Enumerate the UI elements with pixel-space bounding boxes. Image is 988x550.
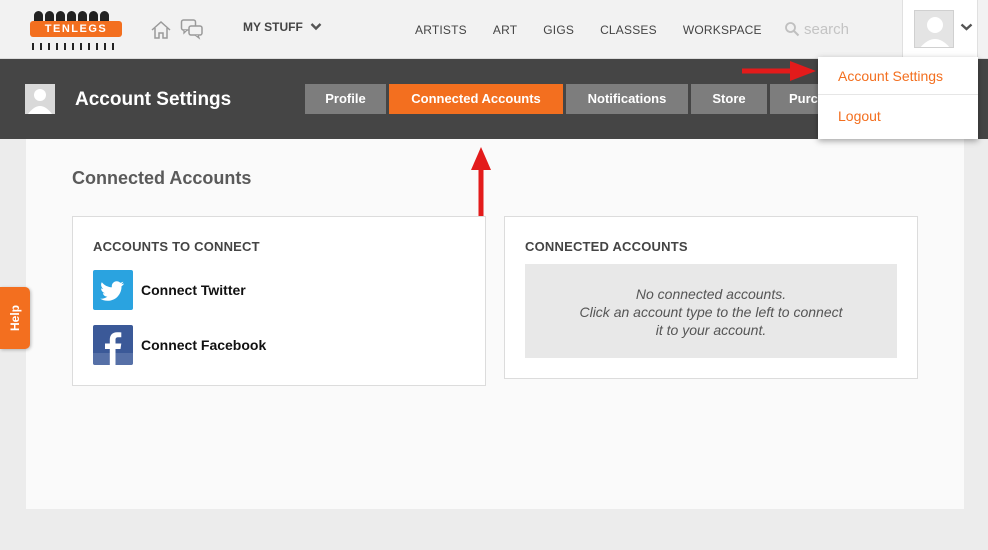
tab-connected-accounts[interactable]: Connected Accounts [389, 84, 563, 114]
twitter-icon [93, 270, 133, 310]
my-stuff-menu[interactable]: MY STUFF [243, 20, 322, 34]
search-input[interactable] [804, 18, 894, 40]
section-title: Connected Accounts [72, 168, 252, 188]
logo-legs [32, 37, 120, 50]
menu-item-logout[interactable]: Logout [818, 108, 978, 124]
nav-link-art[interactable]: ART [493, 23, 517, 37]
menu-item-account-settings[interactable]: Account Settings [818, 67, 978, 95]
search-icon [785, 22, 800, 37]
messages-icon[interactable] [180, 18, 204, 40]
my-stuff-label: MY STUFF [243, 20, 303, 34]
user-menu-button[interactable] [902, 0, 978, 59]
nav-link-artists[interactable]: ARTISTS [415, 23, 467, 37]
settings-tabs: Profile Connected Accounts Notifications… [305, 84, 833, 114]
facebook-icon [93, 325, 133, 365]
empty-state-line: it to your account. [655, 322, 767, 338]
nav-link-gigs[interactable]: GIGS [543, 23, 574, 37]
nav-link-classes[interactable]: CLASSES [600, 23, 657, 37]
chevron-down-icon [310, 23, 322, 31]
annotation-arrow-up [471, 147, 491, 216]
top-navbar: TENLEGS MY STUFF ARTISTS ART GIGS CLASSE… [0, 0, 988, 59]
connected-accounts-panel: CONNECTED ACCOUNTS No connected accounts… [504, 216, 918, 379]
help-tab[interactable]: Help [0, 287, 30, 349]
empty-state-line: Click an account type to the left to con… [579, 304, 843, 320]
connect-facebook-label: Connect Facebook [141, 337, 267, 353]
tab-store[interactable]: Store [691, 84, 767, 114]
page-title: Account Settings [75, 89, 232, 110]
accounts-to-connect-panel: ACCOUNTS TO CONNECT Connect Twitter Conn… [72, 216, 486, 386]
nav-link-workspace[interactable]: WORKSPACE [683, 23, 762, 37]
help-label: Help [8, 304, 22, 332]
tab-notifications[interactable]: Notifications [566, 84, 688, 114]
annotation-arrow-right [742, 61, 816, 81]
search-box [784, 18, 894, 40]
tenlegs-logo[interactable]: TENLEGS [30, 10, 122, 50]
connect-twitter-label: Connect Twitter [141, 282, 246, 298]
empty-state-line: No connected accounts. [635, 286, 787, 302]
chevron-down-icon [960, 23, 973, 31]
empty-state-message: No connected accounts. Click an account … [525, 264, 897, 358]
panel-heading: CONNECTED ACCOUNTS [525, 239, 688, 254]
connect-facebook-button[interactable]: Connect Facebook [93, 325, 266, 365]
home-icon[interactable] [150, 19, 172, 41]
logo-wordmark: TENLEGS [30, 21, 122, 37]
main-nav-links: ARTISTS ART GIGS CLASSES WORKSPACE [415, 23, 788, 37]
user-dropdown-menu: Account Settings Logout [818, 57, 978, 139]
panel-heading: ACCOUNTS TO CONNECT [93, 239, 260, 254]
avatar [914, 10, 954, 48]
avatar [25, 84, 55, 114]
connect-twitter-button[interactable]: Connect Twitter [93, 270, 246, 310]
tab-profile[interactable]: Profile [305, 84, 386, 114]
